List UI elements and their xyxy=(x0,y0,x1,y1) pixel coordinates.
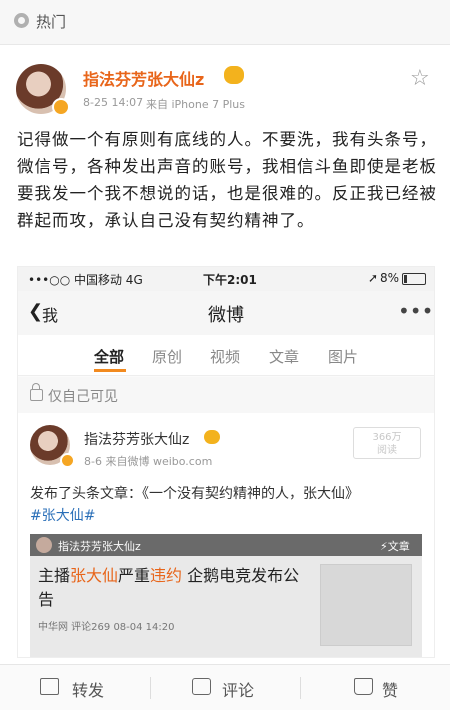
inner-post-text-body: 发布了头条文章：《一个没有契约精神的人，张大仙》 xyxy=(30,486,359,502)
read-label: 阅读 xyxy=(377,445,397,456)
tab-video[interactable]: 视频 xyxy=(210,346,240,367)
tab-all[interactable]: 全部 xyxy=(94,346,124,367)
article-author-avatar xyxy=(36,537,52,553)
article-thumbnail xyxy=(320,564,412,646)
hashtag-link[interactable]: #张大仙# xyxy=(30,508,95,524)
article-author-name: 指法芬芳张大仙z xyxy=(58,540,141,553)
author-name[interactable]: 指法芬芳张大仙z xyxy=(83,66,204,90)
nav-bar: ❮ 我 微博 ••• xyxy=(18,291,434,336)
divider xyxy=(300,677,301,699)
carrier-label: •••○○ 中国移动 4G xyxy=(28,273,143,287)
divider xyxy=(150,677,151,699)
hot-label: 热门 xyxy=(36,13,67,31)
article-title-part: 严重 xyxy=(118,566,151,585)
nav-title: 微博 xyxy=(208,305,244,326)
like-button[interactable]: 赞 xyxy=(382,677,398,701)
article-meta: 中华网 评论269 08-04 14:20 xyxy=(38,622,175,633)
article-title: 主播张大仙严重违约 企鹅电竞发布公告 xyxy=(38,564,308,612)
lock-icon xyxy=(30,383,43,401)
privacy-row: 仅自己可见 xyxy=(18,377,434,413)
privacy-label: 仅自己可见 xyxy=(48,389,118,405)
hot-header[interactable]: 热门 xyxy=(0,0,450,45)
comment-icon[interactable] xyxy=(192,678,211,695)
tab-original[interactable]: 原创 xyxy=(152,346,182,367)
clock: 下午2:01 xyxy=(203,273,257,287)
article-title-part: 主播 xyxy=(38,566,71,585)
post-source: 来自 iPhone 7 Plus xyxy=(146,98,246,111)
action-bar: 转发 评论 赞 xyxy=(0,664,450,710)
inner-meta: 8-6 来自微博 weibo.com xyxy=(84,455,213,468)
repost-icon[interactable] xyxy=(40,678,59,695)
repost-button[interactable]: 转发 xyxy=(72,677,104,701)
tab-article[interactable]: 文章 xyxy=(269,346,299,367)
location-arrow-icon: ➚ xyxy=(368,271,379,285)
status-bar: •••○○ 中国移动 4G 下午2:01 ➚ 8% xyxy=(18,267,434,291)
battery-percent: 8% xyxy=(380,271,400,285)
inner-verified-icon xyxy=(60,453,75,468)
article-author-bar: 指法芬芳张大仙z ⚡文章 xyxy=(30,534,422,556)
favorite-star-icon[interactable]: ☆ xyxy=(410,66,430,91)
inner-author-name[interactable]: 指法芬芳张大仙z xyxy=(84,429,189,449)
vip-badge-icon xyxy=(224,66,244,84)
tab-photo[interactable]: 图片 xyxy=(328,346,358,367)
comment-button[interactable]: 评论 xyxy=(222,677,254,701)
read-count: 366万 xyxy=(372,432,402,443)
inner-vip-icon xyxy=(204,430,220,444)
verified-badge-icon xyxy=(52,98,70,116)
article-card[interactable]: 指法芬芳张大仙z ⚡文章 主播张大仙严重违约 企鹅电竞发布公告 中华网 评论26… xyxy=(30,534,422,657)
tab-active-indicator xyxy=(94,369,126,372)
back-chevron-icon[interactable]: ❮ xyxy=(28,301,43,322)
back-label[interactable]: 我 xyxy=(42,302,58,326)
inner-post-text: 发布了头条文章：《一个没有契约精神的人，张大仙》 #张大仙# xyxy=(30,483,426,527)
article-title-highlight: 违约 xyxy=(150,566,183,585)
article-tag: ⚡文章 xyxy=(380,540,410,553)
read-count-box: 366万 阅读 xyxy=(353,427,421,459)
inner-post-card[interactable]: 指法芬芳张大仙z 8-6 来自微博 weibo.com 366万 阅读 发布了头… xyxy=(18,413,434,657)
tab-bar: 全部 原创 视频 文章 图片 xyxy=(18,335,434,376)
post-text: 记得做一个有原则有底线的人。不要洗，我有头条号，微信号，各种发出声音的账号，我相… xyxy=(17,130,437,230)
post-time: 8-25 14:07 xyxy=(83,96,144,109)
like-icon[interactable] xyxy=(354,678,373,695)
more-icon[interactable]: ••• xyxy=(398,299,433,323)
battery-icon xyxy=(402,273,426,285)
embedded-screenshot[interactable]: •••○○ 中国移动 4G 下午2:01 ➚ 8% ❮ 我 微博 ••• 全部 … xyxy=(17,266,435,658)
hot-icon xyxy=(14,13,29,28)
article-title-highlight: 张大仙 xyxy=(70,566,119,585)
